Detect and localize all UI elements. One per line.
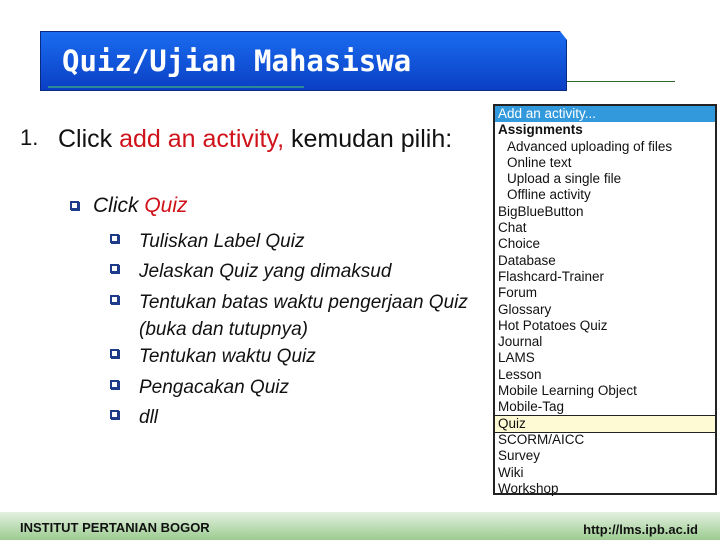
menu-item[interactable]: Workshop <box>495 481 715 497</box>
bullet-item: Pengacakan Quiz <box>139 377 289 398</box>
checkbox-bullet-icon <box>70 201 79 210</box>
menu-item-selected[interactable]: Quiz <box>494 414 716 433</box>
sub-highlight: Quiz <box>144 194 188 217</box>
menu-group-assignments[interactable]: Assignments <box>495 122 715 138</box>
menu-item[interactable]: Journal <box>495 334 715 350</box>
checkbox-bullet-icon <box>110 295 119 304</box>
checkbox-bullet-icon <box>110 264 119 273</box>
bullet-item: dll <box>139 407 159 428</box>
menu-item[interactable]: Survey <box>495 448 715 464</box>
step-number: 1. <box>20 125 39 150</box>
menu-item[interactable]: Glossary <box>495 302 715 318</box>
menu-item[interactable]: Hot Potatoes Quiz <box>495 318 715 334</box>
step-post: kemudan pilih: <box>284 125 453 153</box>
checkbox-bullet-icon <box>110 349 119 358</box>
step-pre: Click <box>58 125 120 153</box>
slide-title: Quiz/Ujian Mahasiswa <box>62 44 412 78</box>
menu-item[interactable]: Mobile Learning Object <box>495 383 715 399</box>
bullet-item: Tentukan batas waktu pengerjaan Quiz (bu… <box>139 292 468 340</box>
bullet-item: Tuliskan Label Quiz <box>139 231 305 252</box>
step-text: Click add an activity, kemudan pilih: <box>58 121 478 157</box>
footer-url[interactable]: http://lms.ipb.ac.id <box>583 522 698 537</box>
menu-item[interactable]: Database <box>495 253 715 269</box>
menu-header[interactable]: Add an activity... <box>495 106 715 123</box>
sub-pre: Click <box>93 194 145 217</box>
checkbox-bullet-icon <box>110 234 119 243</box>
title-underline <box>48 86 304 88</box>
title-rule <box>567 81 675 82</box>
menu-item[interactable]: Chat <box>495 220 715 236</box>
menu-item[interactable]: Offline activity <box>495 187 715 203</box>
menu-item[interactable]: Upload a single file <box>495 171 715 187</box>
bullet-item: Tentukan waktu Quiz <box>139 346 316 367</box>
menu-item[interactable]: Lesson <box>495 367 715 383</box>
menu-item[interactable]: Flashcard-Trainer <box>495 269 715 285</box>
menu-item[interactable]: Forum <box>495 285 715 301</box>
checkbox-bullet-icon <box>110 410 119 419</box>
menu-item[interactable]: BigBlueButton <box>495 204 715 220</box>
sub-step: Click Quiz <box>93 194 188 218</box>
add-activity-dropdown[interactable]: Add an activity... Assignments Advanced up… <box>493 104 717 497</box>
menu-item[interactable]: Choice <box>495 236 715 252</box>
menu-item[interactable]: Wiki <box>495 465 715 481</box>
checkbox-bullet-icon <box>110 380 119 389</box>
menu-item[interactable]: Mobile-Tag <box>495 399 715 415</box>
step-highlight: add an activity, <box>119 125 285 153</box>
bullet-item: Jelaskan Quiz yang dimaksud <box>139 261 392 282</box>
menu-item[interactable]: LAMS <box>495 350 715 366</box>
menu-item[interactable]: Advanced uploading of files <box>495 139 715 155</box>
menu-item[interactable]: Online text <box>495 155 715 171</box>
footer-institution: INSTITUT PERTANIAN BOGOR <box>20 520 210 535</box>
menu-item[interactable]: SCORM/AICC <box>495 432 715 448</box>
